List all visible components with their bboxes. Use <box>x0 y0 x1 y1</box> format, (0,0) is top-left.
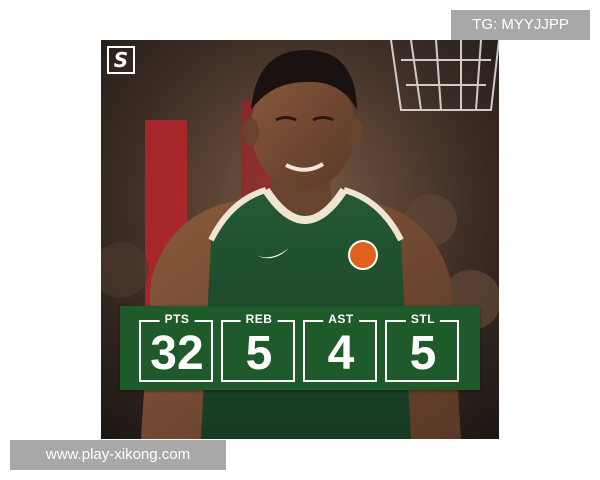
brand-logo-text: S <box>113 48 129 72</box>
page: S PTS 32 REB 5 AST 4 STL 5 TG: MYYJJPP w… <box>0 0 600 480</box>
stat-rebounds: REB 5 <box>221 312 297 384</box>
stat-value: 4 <box>327 327 355 380</box>
stat-label: REB <box>240 312 278 326</box>
stat-value: 5 <box>245 327 273 380</box>
stat-label: AST <box>323 312 359 326</box>
stat-points: PTS 32 <box>139 312 215 384</box>
stat-steals: STL 5 <box>385 312 461 384</box>
stat-label: STL <box>405 312 441 326</box>
stats-banner: PTS 32 REB 5 AST 4 STL 5 <box>120 306 480 390</box>
stat-value: 5 <box>409 327 437 380</box>
watermark-top-right: TG: MYYJJPP <box>451 10 590 40</box>
watermark-url: www.play-xikong.com <box>10 440 226 470</box>
stat-assists: AST 4 <box>303 312 379 384</box>
stat-label: PTS <box>159 312 195 326</box>
brand-logo: S <box>107 46 135 74</box>
stat-value: 32 <box>150 327 204 380</box>
